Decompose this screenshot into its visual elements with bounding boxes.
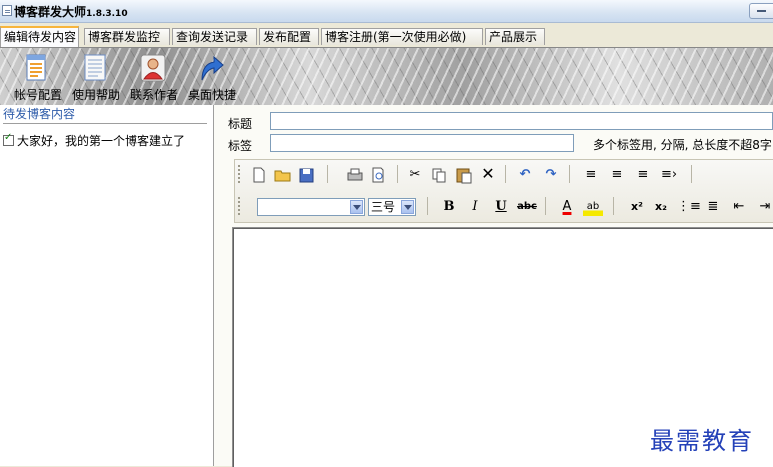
contact-author-label: 联系作者	[129, 88, 178, 102]
toolbar-grip	[238, 197, 243, 215]
tab-product-showcase[interactable]: 产品展示	[485, 28, 545, 45]
redo-icon[interactable]: ↷	[541, 166, 561, 184]
align-left-icon[interactable]: ≡	[581, 166, 601, 184]
align-right-icon[interactable]: ≡	[633, 166, 653, 184]
toolbar-separator	[569, 165, 570, 183]
app-title: 博客群发大师1.8.3.10	[14, 3, 128, 20]
post-editor-area: 标题 标签 多个标签用, 分隔, 总长度不超8字 ✂ ✕ ↶ ↷ ≡ ≡ ≡ ≡…	[214, 105, 773, 467]
desktop-shortcut-arrow-icon	[201, 55, 224, 81]
print-icon[interactable]	[345, 166, 365, 184]
account-config-button[interactable]: 帐号配置	[8, 48, 68, 105]
contact-person-icon	[140, 54, 166, 82]
minimize-button[interactable]	[749, 3, 773, 19]
toolbar-separator	[691, 165, 692, 183]
pending-post-item[interactable]: 大家好，我的第一个博客建立了	[3, 132, 185, 149]
tags-input[interactable]	[270, 134, 574, 152]
numbered-list-icon[interactable]: ⋮≡	[677, 198, 701, 216]
editor-toolbar: ✂ ✕ ↶ ↷ ≡ ≡ ≡ ≡› 三号 B I U abc A ab x² x₂…	[234, 159, 773, 223]
tab-send-records[interactable]: 查询发送记录	[172, 28, 257, 45]
toolbar-grip	[238, 165, 243, 183]
outdent-icon[interactable]: ⇤	[729, 198, 749, 216]
chevron-down-icon[interactable]	[350, 200, 363, 214]
new-document-icon[interactable]	[249, 166, 269, 184]
font-size-select[interactable]: 三号	[368, 198, 416, 216]
post-checkbox[interactable]	[3, 132, 14, 146]
strikethrough-button[interactable]: abc	[517, 198, 537, 216]
desktop-shortcut-label: 桌面快捷	[187, 88, 236, 102]
ribbon-toolbar: 帐号配置 使用帮助 联系作者 桌面快捷	[0, 47, 773, 105]
title-input[interactable]	[270, 112, 773, 130]
font-name-select[interactable]	[257, 198, 365, 216]
pending-posts-header: 待发博客内容	[3, 105, 207, 124]
toolbar-separator	[327, 165, 328, 183]
superscript-button[interactable]: x²	[627, 198, 647, 216]
bold-button[interactable]: B	[439, 198, 459, 216]
italic-button[interactable]: I	[465, 198, 485, 216]
bullet-list-icon[interactable]: ≣	[703, 198, 723, 216]
tab-blog-register[interactable]: 博客注册(第一次使用必做)	[321, 28, 483, 45]
tab-monitor[interactable]: 博客群发监控	[84, 28, 170, 45]
undo-icon[interactable]: ↶	[515, 166, 535, 184]
title-label: 标题	[228, 117, 253, 131]
account-config-label: 帐号配置	[13, 88, 62, 102]
indent-icon[interactable]: ⇥	[755, 198, 773, 216]
align-justify-dropdown-icon[interactable]: ≡›	[659, 166, 679, 184]
align-center-icon[interactable]: ≡	[607, 166, 627, 184]
font-color-button[interactable]: A	[557, 198, 577, 216]
open-folder-icon[interactable]	[273, 166, 293, 184]
app-icon[interactable]	[2, 5, 12, 16]
pending-posts-panel: 待发博客内容 大家好，我的第一个博客建立了	[0, 105, 214, 466]
cut-icon[interactable]: ✂	[405, 166, 425, 184]
highlight-button[interactable]: ab	[583, 198, 603, 216]
app-name: 博客群发大师	[14, 5, 87, 19]
help-document-icon	[84, 54, 106, 81]
subscript-button[interactable]: x₂	[651, 198, 671, 216]
app-version: 1.8.3.10	[86, 9, 128, 19]
desktop-shortcut-button[interactable]: 桌面快捷	[182, 48, 242, 105]
delete-icon[interactable]: ✕	[478, 165, 498, 183]
tab-publish-config[interactable]: 发布配置	[259, 28, 319, 45]
toolbar-separator	[397, 165, 398, 183]
tab-edit-content[interactable]: 编辑待发内容	[0, 26, 79, 47]
tags-hint: 多个标签用, 分隔, 总长度不超8字	[593, 138, 772, 152]
copy-icon[interactable]	[429, 166, 449, 184]
tags-label: 标签	[228, 139, 253, 153]
watermark-text: 最需教育	[650, 427, 754, 455]
contact-author-button[interactable]: 联系作者	[124, 48, 184, 105]
account-config-icon	[26, 54, 46, 81]
font-size-value: 三号	[371, 200, 396, 214]
print-preview-icon[interactable]	[369, 166, 389, 184]
toolbar-separator	[613, 197, 614, 215]
underline-button[interactable]: U	[491, 198, 511, 216]
tab-bar: 编辑待发内容 博客群发监控 查询发送记录 发布配置 博客注册(第一次使用必做) …	[0, 26, 773, 47]
paste-icon[interactable]	[454, 166, 474, 184]
chevron-down-icon[interactable]	[401, 200, 414, 214]
save-icon[interactable]	[297, 166, 317, 184]
help-label: 使用帮助	[71, 88, 120, 102]
toolbar-separator	[505, 165, 506, 183]
toolbar-separator	[545, 197, 546, 215]
title-bar: 博客群发大师1.8.3.10	[0, 0, 773, 23]
post-title: 大家好，我的第一个博客建立了	[17, 134, 186, 148]
toolbar-separator	[427, 197, 428, 215]
help-button[interactable]: 使用帮助	[66, 48, 126, 105]
